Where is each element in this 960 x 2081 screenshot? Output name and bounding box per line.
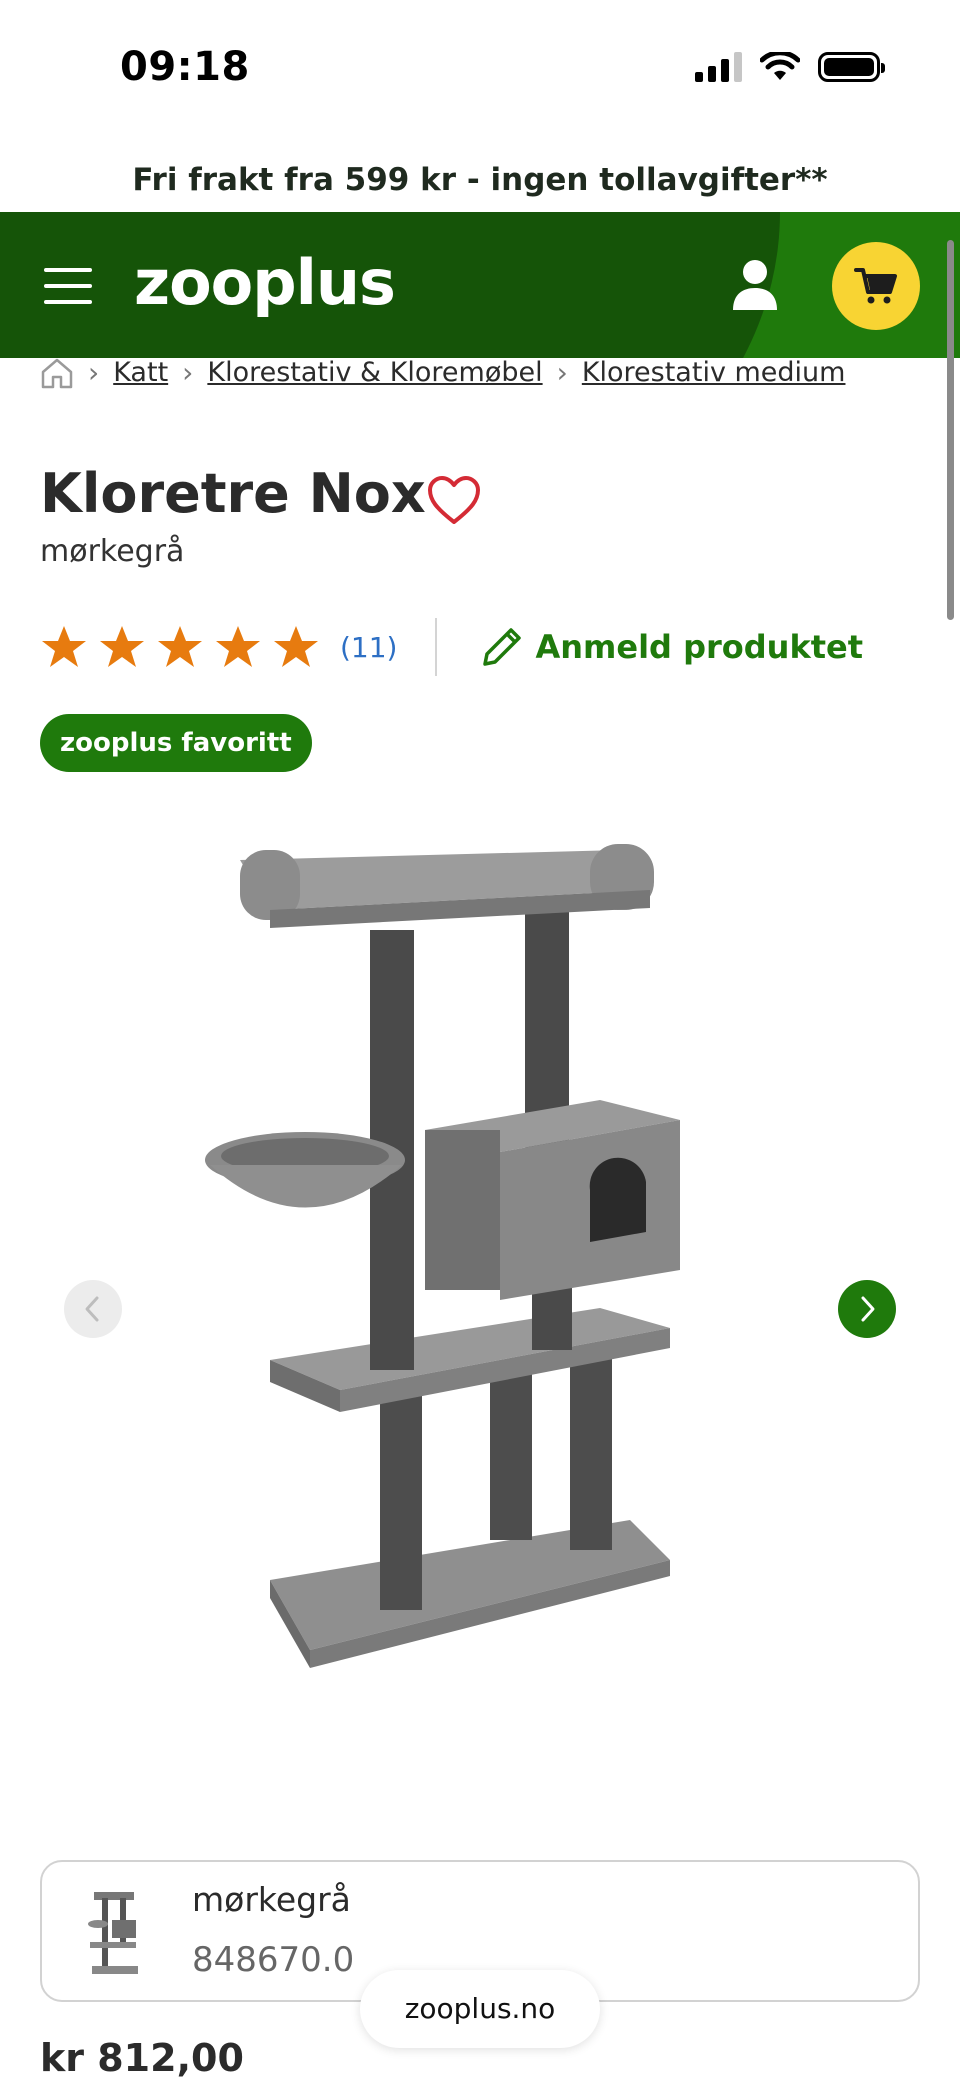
cat-tree-image xyxy=(205,844,680,1668)
battery-icon xyxy=(818,52,885,82)
star-icon xyxy=(42,626,86,667)
cart-icon xyxy=(854,268,897,304)
breadcrumb-item-klorestativ-medium[interactable]: Klorestativ medium xyxy=(582,357,846,388)
gallery-prev-button[interactable] xyxy=(64,1280,122,1338)
breadcrumb-separator-icon: › xyxy=(88,356,100,389)
star-rating[interactable] xyxy=(40,624,320,670)
chevron-left-icon xyxy=(85,1296,99,1322)
product-price: kr 812,00 xyxy=(40,2036,244,2080)
cellular-signal-icon xyxy=(695,52,742,82)
menu-icon[interactable] xyxy=(44,268,92,304)
heart-icon[interactable] xyxy=(426,474,482,526)
breadcrumb-separator-icon: › xyxy=(556,356,568,389)
breadcrumb: › Katt › Klorestativ & Kloremøbel › Klor… xyxy=(40,356,845,389)
site-header: zooplus xyxy=(0,212,960,358)
home-icon[interactable] xyxy=(40,357,74,389)
product-subtitle: mørkegrå xyxy=(40,534,185,569)
write-review-label: Anmeld produktet xyxy=(535,628,864,666)
variant-name: mørkegrå xyxy=(192,1880,351,1919)
favorite-badge: zooplus favoritt xyxy=(40,714,312,772)
breadcrumb-separator-icon: › xyxy=(182,356,194,389)
star-icon xyxy=(100,626,144,667)
star-icon xyxy=(216,626,260,667)
breadcrumb-item-katt[interactable]: Katt xyxy=(113,357,168,388)
rating-row: (11) Anmeld produktet xyxy=(40,618,863,676)
review-count[interactable]: (11) xyxy=(340,631,397,664)
chevron-right-icon xyxy=(861,1296,875,1322)
status-icons xyxy=(695,52,885,82)
gallery-next-button[interactable] xyxy=(838,1280,896,1338)
pencil-icon xyxy=(483,628,522,666)
wifi-icon xyxy=(760,52,800,80)
star-icon xyxy=(158,626,202,667)
breadcrumb-item-klorestativ[interactable]: Klorestativ & Kloremøbel xyxy=(207,357,542,388)
variant-sku: 848670.0 xyxy=(192,1940,355,1980)
site-logo[interactable]: zooplus xyxy=(134,246,396,319)
promo-banner: Fri frakt fra 599 kr - ingen tollavgifte… xyxy=(132,162,828,198)
status-time: 09:18 xyxy=(120,44,250,90)
variant-thumbnail xyxy=(88,1892,138,1974)
divider xyxy=(435,618,438,676)
cart-button[interactable] xyxy=(832,242,920,330)
write-review-link[interactable]: Anmeld produktet xyxy=(479,624,863,670)
user-icon[interactable] xyxy=(730,258,780,312)
status-bar: 09:18 xyxy=(0,0,960,140)
page-scrollbar[interactable] xyxy=(947,240,954,620)
product-title: Kloretre Nox xyxy=(40,462,426,525)
browser-url-pill[interactable]: zooplus.no xyxy=(360,1970,600,2048)
star-icon xyxy=(274,626,318,667)
